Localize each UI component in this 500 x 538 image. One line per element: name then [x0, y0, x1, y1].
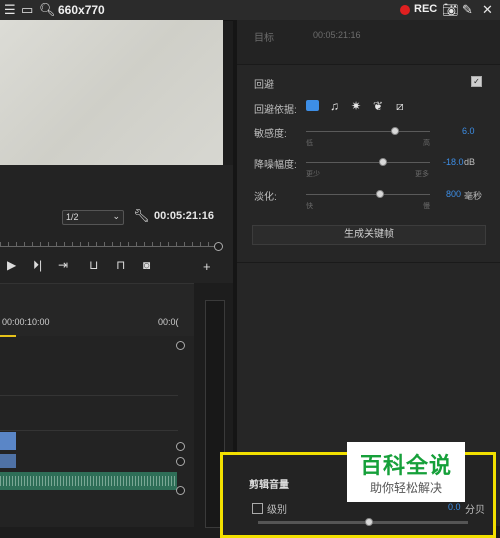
capture-toolbar: ☰ ▭ 🔍︎ 660x770 REC 📷︎ ✎ ✕: [0, 0, 500, 21]
timeline-timecode-end: 00:0(: [158, 317, 179, 327]
watermark-logo: 百科全说 助你轻松解决: [347, 442, 465, 502]
watermark-subtitle: 助你轻松解决: [369, 481, 442, 495]
non-tagged-icon[interactable]: ⧄: [396, 99, 404, 113]
video-clip[interactable]: [0, 454, 16, 468]
track-handle[interactable]: [176, 486, 185, 495]
reduce-label: 降噪幅度:: [254, 160, 297, 171]
sensitivity-low-label: 低: [306, 140, 313, 147]
preview-scrub-ruler[interactable]: [0, 238, 215, 247]
sensitivity-label: 敏感度:: [254, 129, 287, 140]
pen-icon[interactable]: ✎: [462, 3, 473, 17]
wrench-icon[interactable]: 🔧︎: [133, 209, 150, 223]
camera-icon[interactable]: 📷︎: [442, 3, 459, 17]
fade-value[interactable]: 800: [446, 189, 461, 199]
scrub-end-handle[interactable]: [214, 242, 223, 251]
target-timecode: 00:05:21:16: [313, 30, 361, 40]
track-handle[interactable]: [176, 442, 185, 451]
capture-size-label: 660x770: [58, 3, 105, 17]
record-icon[interactable]: [400, 5, 410, 15]
level-slider-thumb[interactable]: [365, 518, 373, 526]
sound-effects-icon[interactable]: ✷: [351, 99, 361, 113]
add-icon[interactable]: +: [203, 259, 211, 274]
menu-icon[interactable]: ☰: [4, 3, 16, 17]
level-value[interactable]: 0.0: [448, 502, 461, 512]
export-frame-icon[interactable]: ◙: [143, 258, 150, 272]
track-divider: [0, 430, 178, 431]
rec-label[interactable]: REC: [414, 3, 437, 15]
sensitivity-high-label: 高: [423, 140, 430, 147]
generate-keyframes-button[interactable]: 生成关键帧: [252, 225, 486, 245]
level-checkbox[interactable]: [252, 503, 263, 514]
playhead-marker[interactable]: [0, 335, 16, 337]
timeline-timecode-start: 00:00:10:00: [2, 317, 50, 327]
reduce-value[interactable]: -18.0: [443, 157, 464, 167]
reduce-slider-thumb[interactable]: [378, 158, 387, 166]
play-icon[interactable]: ▶: [7, 258, 16, 272]
step-forward-icon[interactable]: ⏵|: [33, 258, 42, 273]
dialogue-icon[interactable]: [306, 100, 319, 111]
reduce-more-label: 更多: [415, 171, 429, 178]
resolution-value: 1/2: [66, 212, 79, 222]
track-handle[interactable]: [176, 341, 185, 350]
close-icon[interactable]: ✕: [482, 3, 493, 17]
target-section: [237, 20, 500, 65]
sensitivity-value[interactable]: 6.0: [462, 126, 475, 136]
lift-icon[interactable]: ⊔: [89, 258, 98, 272]
level-label: 级别: [267, 505, 287, 516]
music-icon[interactable]: ♫: [330, 99, 339, 113]
level-slider[interactable]: [258, 521, 468, 524]
window-icon[interactable]: ▭: [21, 3, 33, 17]
insert-icon[interactable]: ⇥: [58, 258, 68, 272]
ducking-checkbox[interactable]: ✓: [471, 76, 482, 87]
track-divider: [0, 395, 178, 396]
extract-icon[interactable]: ⊓: [116, 258, 125, 272]
reduce-unit: dB: [464, 157, 476, 167]
search-icon[interactable]: 🔍︎: [39, 3, 56, 17]
video-clip[interactable]: [0, 432, 16, 450]
reduce-slider[interactable]: [306, 162, 430, 163]
chevron-down-icon: ⌄: [112, 211, 120, 221]
target-label: 目标: [254, 33, 274, 44]
reduce-less-label: 更少: [306, 171, 320, 178]
sensitivity-slider[interactable]: [306, 131, 430, 132]
video-preview: [0, 20, 223, 165]
fade-unit: 毫秒: [464, 191, 483, 201]
audio-waveform: [0, 476, 177, 486]
fade-fast-label: 快: [306, 203, 313, 210]
fade-slow-label: 慢: [423, 203, 430, 210]
section-divider: [237, 262, 500, 263]
fade-slider[interactable]: [306, 194, 430, 195]
ambience-icon[interactable]: ❦: [373, 99, 383, 113]
ducking-title: 回避: [254, 80, 274, 91]
clip-volume-title: 剪辑音量: [249, 480, 289, 491]
fade-label: 淡化:: [254, 192, 277, 203]
level-unit: 分贝: [465, 505, 485, 516]
ducking-based-on-label: 回避依据:: [254, 105, 297, 116]
watermark-title: 百科全说: [359, 453, 452, 478]
track-handle[interactable]: [176, 457, 185, 466]
timeline-header: [0, 284, 194, 336]
resolution-select[interactable]: 1/2 ⌄: [62, 210, 124, 225]
preview-timecode: 00:05:21:16: [154, 210, 214, 222]
